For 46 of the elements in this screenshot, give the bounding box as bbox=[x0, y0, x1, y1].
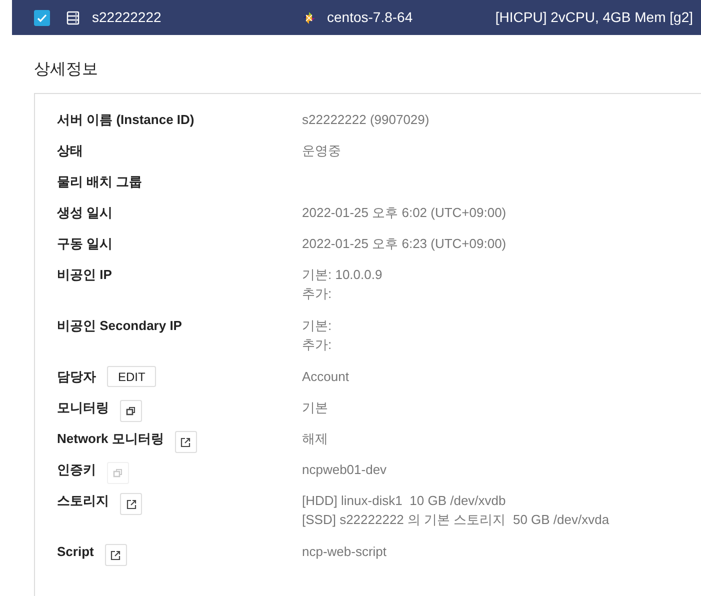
os-name: centos-7.8-64 bbox=[327, 8, 414, 27]
field-value: 2022-01-25 오후 6:23 (UTC+09:00) bbox=[302, 235, 506, 253]
window-icon bbox=[113, 468, 123, 478]
server-name: s22222222 bbox=[92, 8, 162, 27]
checkbox[interactable] bbox=[34, 10, 50, 26]
section-title: 상세정보 bbox=[34, 61, 98, 78]
window-icon bbox=[126, 406, 136, 416]
field-label: 모니터링 bbox=[57, 399, 109, 417]
field-label: Network 모니터링 bbox=[57, 430, 164, 448]
field-value: 해제 bbox=[302, 430, 328, 448]
external-link-button[interactable] bbox=[104, 544, 127, 566]
field-label: 인증키 bbox=[57, 461, 96, 479]
field-label: 생성 일시 bbox=[57, 204, 113, 222]
field-value: ncp-web-script bbox=[302, 543, 387, 561]
checkmark-icon bbox=[36, 12, 48, 24]
field-value: [SSD] s22222222 의 기본 스토리지 50 GB /dev/xvda bbox=[302, 511, 610, 529]
server-spec: [HICPU] 2vCPU, 4GB Mem [g2] bbox=[495, 8, 693, 27]
field-label: 상태 bbox=[57, 142, 83, 160]
external-link-button[interactable] bbox=[120, 493, 142, 515]
server-icon bbox=[66, 10, 80, 24]
external-link-icon bbox=[126, 498, 136, 510]
field-label: 구동 일시 bbox=[57, 235, 113, 253]
field-label: 물리 배치 그룹 bbox=[57, 173, 142, 191]
field-label: 비공인 IP bbox=[57, 266, 112, 284]
field-value: 기본 bbox=[302, 399, 328, 417]
external-link-button[interactable] bbox=[174, 431, 197, 453]
field-value: s22222222 (9907029) bbox=[302, 111, 430, 129]
field-label: 서버 이름 (Instance ID) bbox=[57, 111, 194, 129]
field-value: 기본: bbox=[302, 317, 332, 335]
field-value: 2022-01-25 오후 6:02 (UTC+09:00) bbox=[302, 204, 506, 222]
field-value: 기본: 10.0.0.9 bbox=[302, 266, 382, 284]
external-link-icon bbox=[180, 436, 192, 448]
field-value: 운영중 bbox=[302, 142, 341, 160]
field-value: [HDD] linux-disk1 10 GB /dev/xvdb bbox=[302, 492, 507, 510]
field-label: 스토리지 bbox=[57, 492, 109, 510]
os-logo-icon bbox=[302, 10, 316, 24]
external-link-icon bbox=[110, 550, 122, 560]
field-label: 담당자 bbox=[57, 368, 96, 386]
field-label: 비공인 Secondary IP bbox=[57, 317, 182, 335]
edit-button[interactable]: EDIT bbox=[107, 366, 156, 387]
field-value: Account bbox=[302, 368, 349, 386]
field-label: Script bbox=[57, 543, 94, 561]
field-value: 추가: bbox=[302, 285, 333, 303]
open-window-button[interactable] bbox=[120, 400, 142, 422]
field-value: 추가: bbox=[302, 336, 332, 354]
field-value: ncpweb01-dev bbox=[302, 461, 387, 479]
